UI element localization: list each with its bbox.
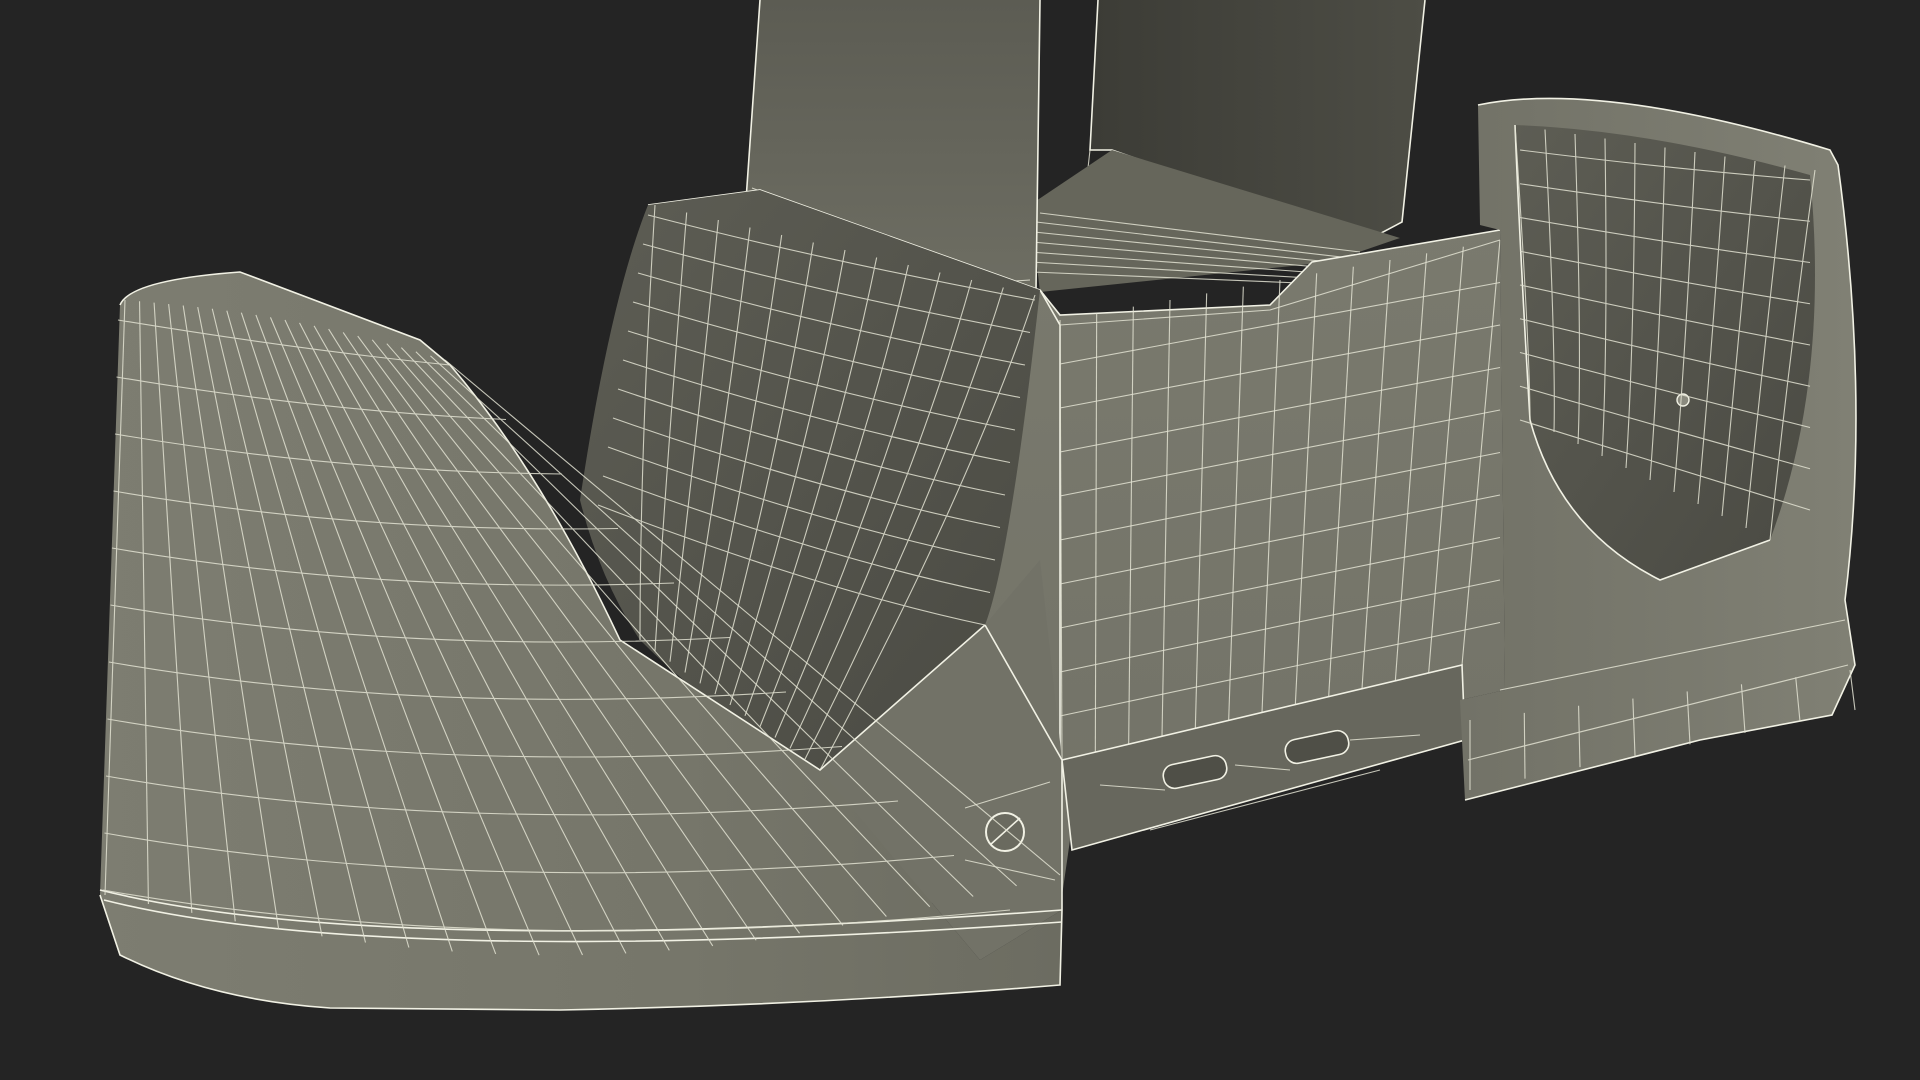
wire-line <box>1849 669 1856 711</box>
render-viewport <box>99 0 1857 1011</box>
right-cradle <box>1460 97 1857 801</box>
